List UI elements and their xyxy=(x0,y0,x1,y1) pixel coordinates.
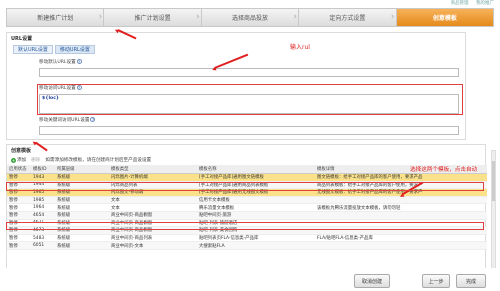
col-status[interactable]: 启用状态 xyxy=(7,165,31,174)
step-creative-template[interactable]: 创意模板 xyxy=(395,8,495,27)
col-name[interactable]: 模板名称 xyxy=(197,165,315,174)
table-cell[interactable]: 暂停 xyxy=(7,234,31,243)
table-cell: 4654 xyxy=(31,211,55,220)
table-cell: 1943 xyxy=(31,173,55,182)
table-cell: 闪烁图片-计算机端 xyxy=(109,173,197,182)
step-label: 推广计划设置 xyxy=(134,15,171,22)
top-links: 商品管理 我的推广 xyxy=(445,0,494,6)
field1-label-text: 移动默认URL设置 xyxy=(39,60,76,65)
help-icon[interactable]: ? xyxy=(76,59,82,64)
mobile-keyword-url-input[interactable] xyxy=(39,126,459,135)
table-cell: 文本 xyxy=(109,203,197,212)
table-cell: 腾乐流量文本模板 xyxy=(197,203,315,212)
table-cell: 系统级 xyxy=(55,211,109,220)
url-tabs: 默认URL设置 移动URL设置 xyxy=(13,45,97,54)
table-cell: 商业中间页-商品列表 xyxy=(109,234,197,243)
table-cell: [手工对接产品库]通用图文链模板 xyxy=(197,173,315,182)
table-row[interactable]: 暂停 5483 系统级 商业中间页-商品列表 贴吧列表页FLA-信息类-产品库 FLA/贴… xyxy=(7,234,487,243)
table-cell[interactable]: 暂停 xyxy=(7,173,31,182)
table-cell[interactable]: 暂停 xyxy=(7,196,31,205)
footer-bar: 取消创建 上一步 完成 xyxy=(0,268,500,291)
creative-toolbar: + 添加 删除 如需添加修改模板，请在创建商计划后至产品设设置 xyxy=(11,157,151,163)
step-targeting[interactable]: 定向方式设置 › xyxy=(298,8,396,27)
url-panel-title: URL设置 xyxy=(11,36,33,42)
table-cell xyxy=(315,211,487,220)
table-cell: 文本 xyxy=(109,196,197,205)
table-cell: 信用卡文本模板 xyxy=(197,196,315,205)
table-cell: 贴吧中间页-旅游 xyxy=(197,211,315,220)
tab-default-url[interactable]: 默认URL设置 xyxy=(13,45,53,54)
table-cell: 6051 xyxy=(31,241,55,250)
step-label: 新建推广计划 xyxy=(37,15,74,22)
col-template-id[interactable]: 模板ID xyxy=(31,165,55,174)
url-settings-panel: URL设置 默认URL设置 移动URL设置 移动默认URL设置? 移动访问URL… xyxy=(6,32,466,140)
table-row[interactable]: 暂停 1943 系统级 闪烁图片-计算机端 [手工对接产品库]通用图文链模板 图文链模板：… xyxy=(7,173,487,182)
table-row[interactable]: 暂停 4654 系统级 商业中间页-商品橱窗 贴吧中间页-旅游 xyxy=(7,211,487,220)
wizard-steps: 新建推广计划 › 推广计划设置 › 选择商品投放 › 定向方式设置 › 创意模板 xyxy=(6,8,495,27)
top-link-products[interactable]: 商品管理 xyxy=(451,1,469,6)
table-cell: 商业中间页-商品橱窗 xyxy=(109,211,197,220)
delete-button[interactable]: 删除 xyxy=(31,157,40,163)
step-label: 创意模板 xyxy=(432,15,457,22)
step-label: 定向方式设置 xyxy=(329,15,366,22)
top-bar: 商品管理 我的推广 xyxy=(0,0,500,7)
cancel-create-button[interactable]: 取消创建 xyxy=(354,274,390,288)
highlight-box xyxy=(37,84,463,115)
table-row[interactable]: 暂停 1964 系统级 文本 腾乐流量文本模板 该模板为腾乐流量投放文本模板，请勿勿轻 xyxy=(7,203,487,212)
col-type[interactable]: 模板类型 xyxy=(109,165,197,174)
table-cell: 5483 xyxy=(31,234,55,243)
table-cell[interactable]: 暂停 xyxy=(7,211,31,220)
toolbar-hint: 如需添加修改模板，请在创建商计划后至产品设设置 xyxy=(45,158,152,163)
table-row[interactable]: 暂停 6051 系统级 商业中间页-文本 大搜索贴FLA xyxy=(7,241,487,250)
table-cell: 系统级 xyxy=(55,173,109,182)
previous-step-button[interactable]: 上一步 xyxy=(422,274,450,288)
finish-button[interactable]: 完成 xyxy=(456,274,486,288)
table-cell: 商业中间页-文本 xyxy=(109,241,197,250)
step-label: 选择商品投放 xyxy=(232,15,269,22)
creative-panel-title: 创意模板 xyxy=(11,148,32,154)
table-cell: 贴吧列表页FLA-信息类-产品库 xyxy=(197,234,315,243)
table-cell: 系统级 xyxy=(55,203,109,212)
template-table: 启用状态 模板ID 所属层级 模板类型 模板名称 模板详情 暂停 1943 系统级闪… xyxy=(7,165,487,250)
step-select-products[interactable]: 选择商品投放 › xyxy=(200,8,299,27)
table-cell: 该模板为腾乐流量投放文本模板，请勿勿轻 xyxy=(315,203,487,212)
field3-label: 移动关键词访问URL设置? xyxy=(39,117,96,123)
table-cell: 系统级 xyxy=(55,241,109,250)
table-cell: 1985 xyxy=(31,196,55,205)
add-icon: + xyxy=(11,157,16,163)
tab-mobile-url[interactable]: 移动URL设置 xyxy=(54,45,95,54)
annotation-select-templates: 选择这两个模板，点击自动 xyxy=(410,167,478,173)
table-cell: 大搜索贴FLA xyxy=(197,241,315,250)
vertical-scrollbar[interactable] xyxy=(491,150,496,270)
table-cell: 图文链模板：给手工对接产品库的客户使用，要求产品 xyxy=(315,173,487,182)
table-cell: 系统级 xyxy=(55,234,109,243)
step-plan-settings[interactable]: 推广计划设置 › xyxy=(103,8,201,27)
table-cell[interactable]: 暂停 xyxy=(7,203,31,212)
highlight-row-box xyxy=(6,182,484,191)
highlight-row-box xyxy=(6,222,484,230)
table-cell: 系统级 xyxy=(55,196,109,205)
field1-label: 移动默认URL设置? xyxy=(39,59,82,65)
table-row[interactable]: 暂停 1985 系统级 文本 信用卡文本模板 xyxy=(7,196,487,205)
table-cell: 1964 xyxy=(31,203,55,212)
table-cell xyxy=(315,241,487,250)
step-new-plan[interactable]: 新建推广计划 › xyxy=(6,8,104,27)
annotation-input-url: 输入rul xyxy=(290,44,310,51)
scrollbar-thumb[interactable] xyxy=(492,161,495,201)
mobile-default-url-input[interactable] xyxy=(39,68,459,77)
help-icon[interactable]: ? xyxy=(90,117,96,122)
table-cell[interactable]: 暂停 xyxy=(7,241,31,250)
add-button[interactable]: 添加 xyxy=(17,157,26,163)
col-level[interactable]: 所属层级 xyxy=(55,165,109,174)
top-link-promotion[interactable]: 我的推广 xyxy=(476,1,494,6)
field3-label-text: 移动关键词访问URL设置 xyxy=(39,118,90,123)
table-cell: FLA/贴吧FLA-信息类-产品库 xyxy=(315,234,487,243)
